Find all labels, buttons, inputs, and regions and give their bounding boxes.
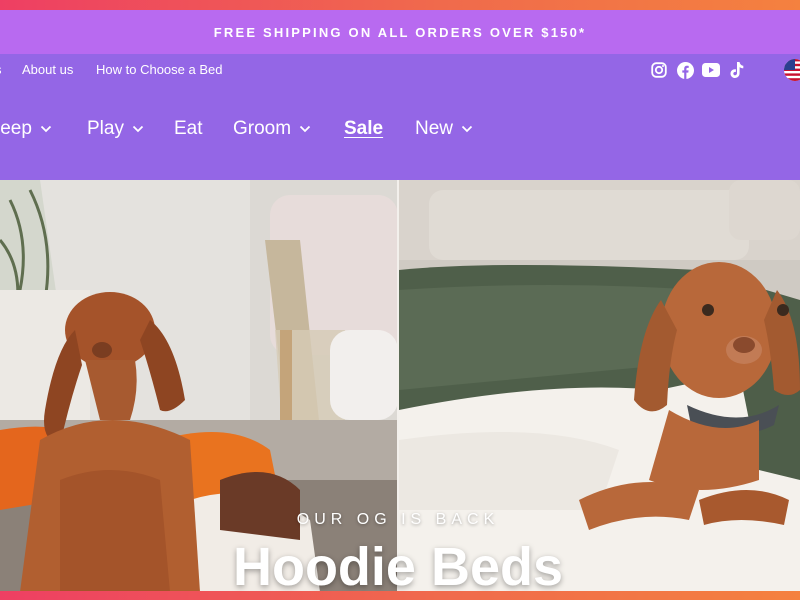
- chevron-down-icon: [132, 125, 144, 133]
- hero-banner[interactable]: OUR OG IS BACK Hoodie Beds: [0, 180, 800, 592]
- nav-item-new[interactable]: New: [415, 118, 473, 140]
- announcement-bar: FREE SHIPPING ON ALL ORDERS OVER $150*: [0, 10, 800, 54]
- facebook-icon[interactable]: [675, 60, 695, 80]
- nav-item-sale[interactable]: Sale: [344, 118, 383, 140]
- hero-headline: Hoodie Beds: [232, 537, 564, 592]
- main-nav: leep Play Eat Groom Sale New: [0, 118, 800, 152]
- top-gradient-strip: [0, 0, 800, 10]
- tiktok-icon[interactable]: [726, 60, 746, 80]
- youtube-icon[interactable]: [701, 60, 721, 80]
- chevron-down-icon: [299, 125, 311, 133]
- bottom-gradient-strip: [0, 591, 800, 600]
- hero-image-right-dog-in-hoodie-bed: [399, 180, 800, 592]
- announcement-text: FREE SHIPPING ON ALL ORDERS OVER $150*: [213, 24, 587, 40]
- hero-image-left-dog-on-bed: [0, 180, 398, 592]
- chevron-down-icon: [461, 125, 473, 133]
- chevron-down-icon: [40, 125, 52, 133]
- us-flag-icon[interactable]: [784, 59, 800, 81]
- nav-item-label: Groom: [233, 118, 292, 139]
- utility-link-how-to-choose[interactable]: How to Choose a Bed: [96, 62, 222, 77]
- nav-item-eat[interactable]: Eat: [174, 118, 203, 140]
- nav-item-play[interactable]: Play: [87, 118, 144, 140]
- nav-item-groom[interactable]: Groom: [233, 118, 311, 140]
- instagram-icon[interactable]: [649, 60, 669, 80]
- nav-item-label: New: [415, 118, 454, 139]
- nav-item-label: Play: [87, 118, 124, 139]
- nav-item-label: Sale: [344, 118, 384, 139]
- utility-nav: s About us How to Choose a Bed: [0, 54, 800, 86]
- utility-link-about-us[interactable]: About us: [22, 62, 73, 77]
- nav-item-label: Eat: [174, 118, 203, 139]
- hero-eyebrow: OUR OG IS BACK: [296, 511, 500, 528]
- nav-item-label: leep: [0, 118, 32, 139]
- utility-link-truncated[interactable]: s: [0, 62, 2, 77]
- site-header: s About us How to Choose a Bed: [0, 54, 800, 180]
- nav-item-sleep[interactable]: leep: [0, 118, 52, 140]
